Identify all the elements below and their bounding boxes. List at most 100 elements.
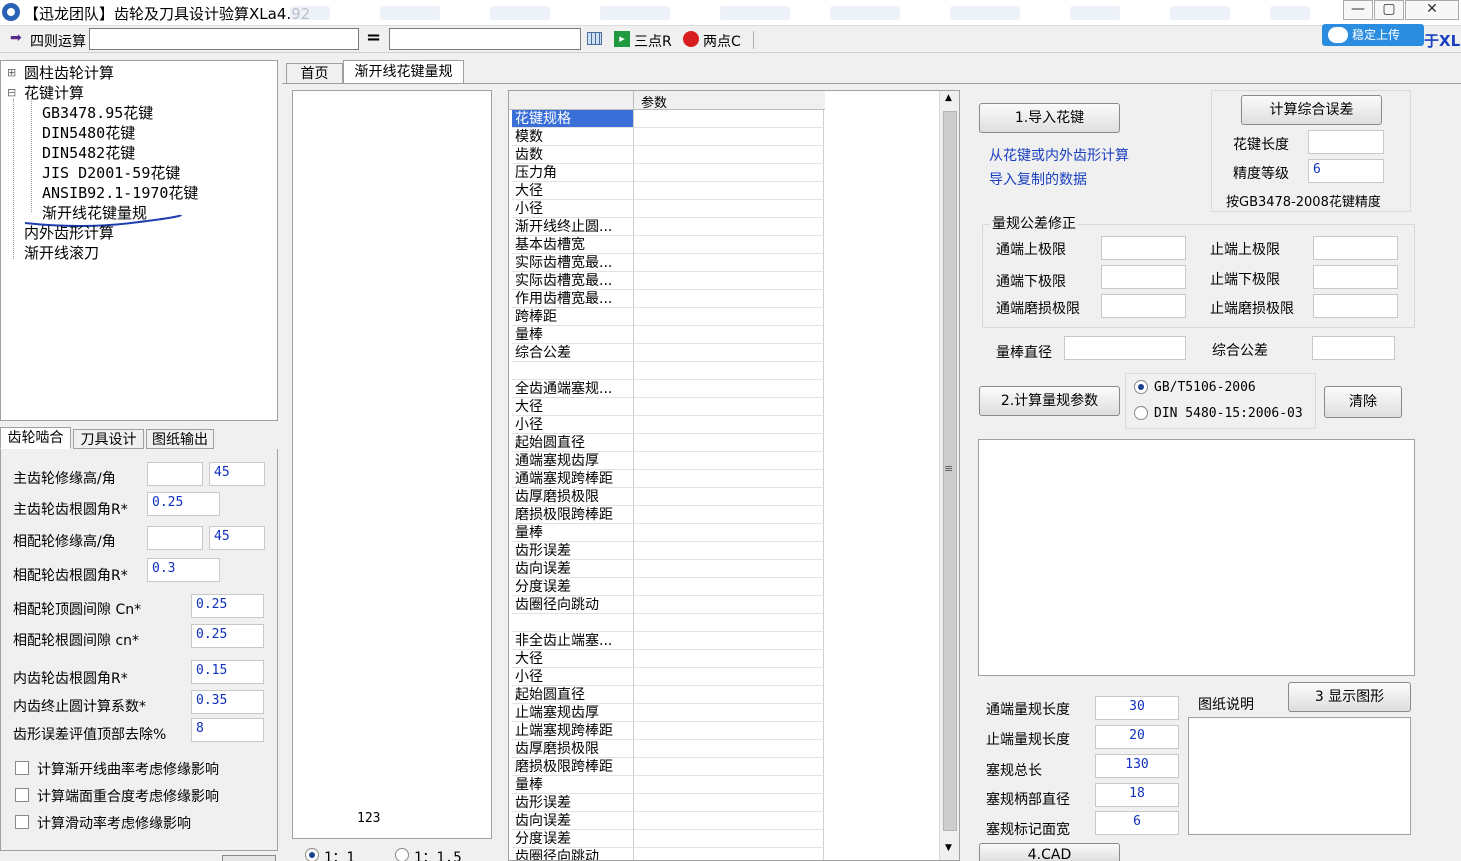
- calc-total-error-button[interactable]: 计算综合误差: [1241, 95, 1382, 125]
- three-point-button[interactable]: 三点R: [634, 31, 672, 51]
- two-point-button[interactable]: 两点C: [703, 31, 741, 51]
- grid-row[interactable]: 模数: [509, 128, 825, 146]
- grid-row[interactable]: 综合公差: [509, 344, 825, 362]
- grid-row-value[interactable]: [634, 488, 824, 506]
- grid-row-value[interactable]: [634, 200, 824, 218]
- grid-row[interactable]: 分度误差: [509, 578, 825, 596]
- tree-item-gb3478[interactable]: GB3478.95花键: [42, 102, 153, 123]
- import-spline-button[interactable]: 1.导入花键: [979, 103, 1120, 133]
- grid-row[interactable]: 小径: [509, 200, 825, 218]
- calculator-icon[interactable]: [587, 32, 602, 45]
- grid-row-value[interactable]: [634, 614, 824, 632]
- grid-row-value[interactable]: [634, 290, 824, 308]
- grid-row[interactable]: 花键规格: [509, 110, 825, 128]
- grid-row-value[interactable]: [634, 272, 824, 290]
- grid-row-value[interactable]: [634, 812, 824, 830]
- plug-total-length-input[interactable]: 130: [1095, 754, 1179, 778]
- grid-row-value[interactable]: [634, 686, 824, 704]
- grid-row[interactable]: [509, 362, 825, 380]
- profile-error-input[interactable]: 8: [191, 718, 264, 742]
- grid-row[interactable]: 通端塞规齿厚: [509, 452, 825, 470]
- grid-row-value[interactable]: [634, 452, 824, 470]
- grid-row[interactable]: 全齿通端塞规...: [509, 380, 825, 398]
- grid-row[interactable]: 齿圈径向跳动: [509, 596, 825, 614]
- tree-item-din5480[interactable]: DIN5480花键: [42, 122, 135, 143]
- grid-row[interactable]: 止端塞规跨棒距: [509, 722, 825, 740]
- close-button[interactable]: ✕: [1405, 0, 1459, 20]
- grid-row[interactable]: 量棒: [509, 326, 825, 344]
- tab-gear-mesh[interactable]: 齿轮啮合: [0, 427, 71, 449]
- grid-row-value[interactable]: [634, 740, 824, 758]
- grid-row[interactable]: 齿向误差: [509, 812, 825, 830]
- show-graphic-button[interactable]: 3 显示图形: [1288, 682, 1411, 712]
- grid-row[interactable]: 大径: [509, 398, 825, 416]
- drawing-note-textarea[interactable]: [1188, 717, 1411, 835]
- nogo-lower-input[interactable]: [1313, 265, 1398, 289]
- grid-row-value[interactable]: [634, 164, 824, 182]
- clear-button[interactable]: 清除: [1324, 386, 1402, 418]
- spline-length-input[interactable]: [1308, 130, 1384, 154]
- main-gear-mod-height-input[interactable]: [147, 462, 203, 486]
- internal-end-input[interactable]: 0.35: [191, 690, 264, 714]
- grid-row-value[interactable]: [634, 362, 824, 380]
- grid-row[interactable]: 齿圈径向跳动: [509, 848, 825, 860]
- tree-collapse-icon[interactable]: ⊟: [7, 86, 16, 99]
- grid-row-value[interactable]: [634, 146, 824, 164]
- grid-row[interactable]: 实际齿槽宽最...: [509, 272, 825, 290]
- grid-row[interactable]: 渐开线终止圆...: [509, 218, 825, 236]
- go-upper-input[interactable]: [1101, 236, 1186, 260]
- three-point-icon[interactable]: ▸: [614, 31, 630, 47]
- grid-row[interactable]: 小径: [509, 668, 825, 686]
- grid-row[interactable]: 起始圆直径: [509, 434, 825, 452]
- std-din-radio[interactable]: [1134, 406, 1148, 420]
- nogo-wear-input[interactable]: [1313, 294, 1398, 318]
- maximize-button[interactable]: ▢: [1374, 0, 1404, 20]
- grid-row-value[interactable]: [634, 506, 824, 524]
- tab-home[interactable]: 首页: [286, 63, 343, 84]
- sliding-checkbox[interactable]: [15, 815, 29, 829]
- plug-shank-diameter-input[interactable]: 18: [1095, 783, 1179, 807]
- grid-row[interactable]: 齿形误差: [509, 794, 825, 812]
- result-textarea[interactable]: [978, 439, 1415, 676]
- tree-item-internal-external[interactable]: 内外齿形计算: [24, 222, 114, 243]
- nogo-upper-input[interactable]: [1313, 236, 1398, 260]
- result-output[interactable]: [389, 28, 581, 50]
- scale-1-radio[interactable]: [305, 848, 319, 861]
- cloud-upload-badge[interactable]: 稳定上传: [1322, 24, 1424, 46]
- go-gauge-length-input[interactable]: 30: [1095, 696, 1179, 720]
- grid-row-value[interactable]: [634, 722, 824, 740]
- nogo-gauge-length-input[interactable]: 20: [1095, 725, 1179, 749]
- grid-scrollbar[interactable]: ▲ ≡ ▼: [939, 91, 959, 860]
- overlap-checkbox[interactable]: [15, 788, 29, 802]
- grid-row-value[interactable]: [634, 704, 824, 722]
- grid-row-value[interactable]: [634, 542, 824, 560]
- grid-row-value[interactable]: [634, 182, 824, 200]
- grid-row-value[interactable]: [634, 218, 824, 236]
- tab-spline-gauge[interactable]: 渐开线花键量规: [343, 60, 464, 84]
- grid-row[interactable]: 齿厚磨损极限: [509, 488, 825, 506]
- tree-item-hob[interactable]: 渐开线滚刀: [24, 242, 99, 263]
- grid-row-value[interactable]: [634, 380, 824, 398]
- grid-row-value[interactable]: [634, 254, 824, 272]
- main-gear-root-input[interactable]: 0.25: [147, 492, 220, 516]
- two-point-icon[interactable]: [683, 31, 699, 47]
- grid-row[interactable]: 量棒: [509, 776, 825, 794]
- root-clearance-input[interactable]: 0.25: [191, 624, 264, 648]
- grid-row-value[interactable]: [634, 596, 824, 614]
- scale-1-5-radio[interactable]: [395, 848, 409, 861]
- tree-item-ansi[interactable]: ANSIB92.1-1970花键: [42, 182, 198, 203]
- internal-root-input[interactable]: 0.15: [191, 660, 264, 684]
- grid-row-value[interactable]: [634, 776, 824, 794]
- grid-row-value[interactable]: [634, 830, 824, 848]
- grid-row[interactable]: 止端塞规齿厚: [509, 704, 825, 722]
- grid-row[interactable]: 非全齿止端塞...: [509, 632, 825, 650]
- tab-tool-design[interactable]: 刀具设计: [73, 429, 144, 449]
- grid-row[interactable]: 量棒: [509, 524, 825, 542]
- grid-row[interactable]: 大径: [509, 182, 825, 200]
- grid-row[interactable]: 起始圆直径: [509, 686, 825, 704]
- grid-row[interactable]: 跨棒距: [509, 308, 825, 326]
- grid-row-value[interactable]: [634, 326, 824, 344]
- scroll-thumb[interactable]: ≡: [943, 111, 957, 831]
- grid-row[interactable]: 齿形误差: [509, 542, 825, 560]
- grid-row-value[interactable]: [634, 110, 824, 128]
